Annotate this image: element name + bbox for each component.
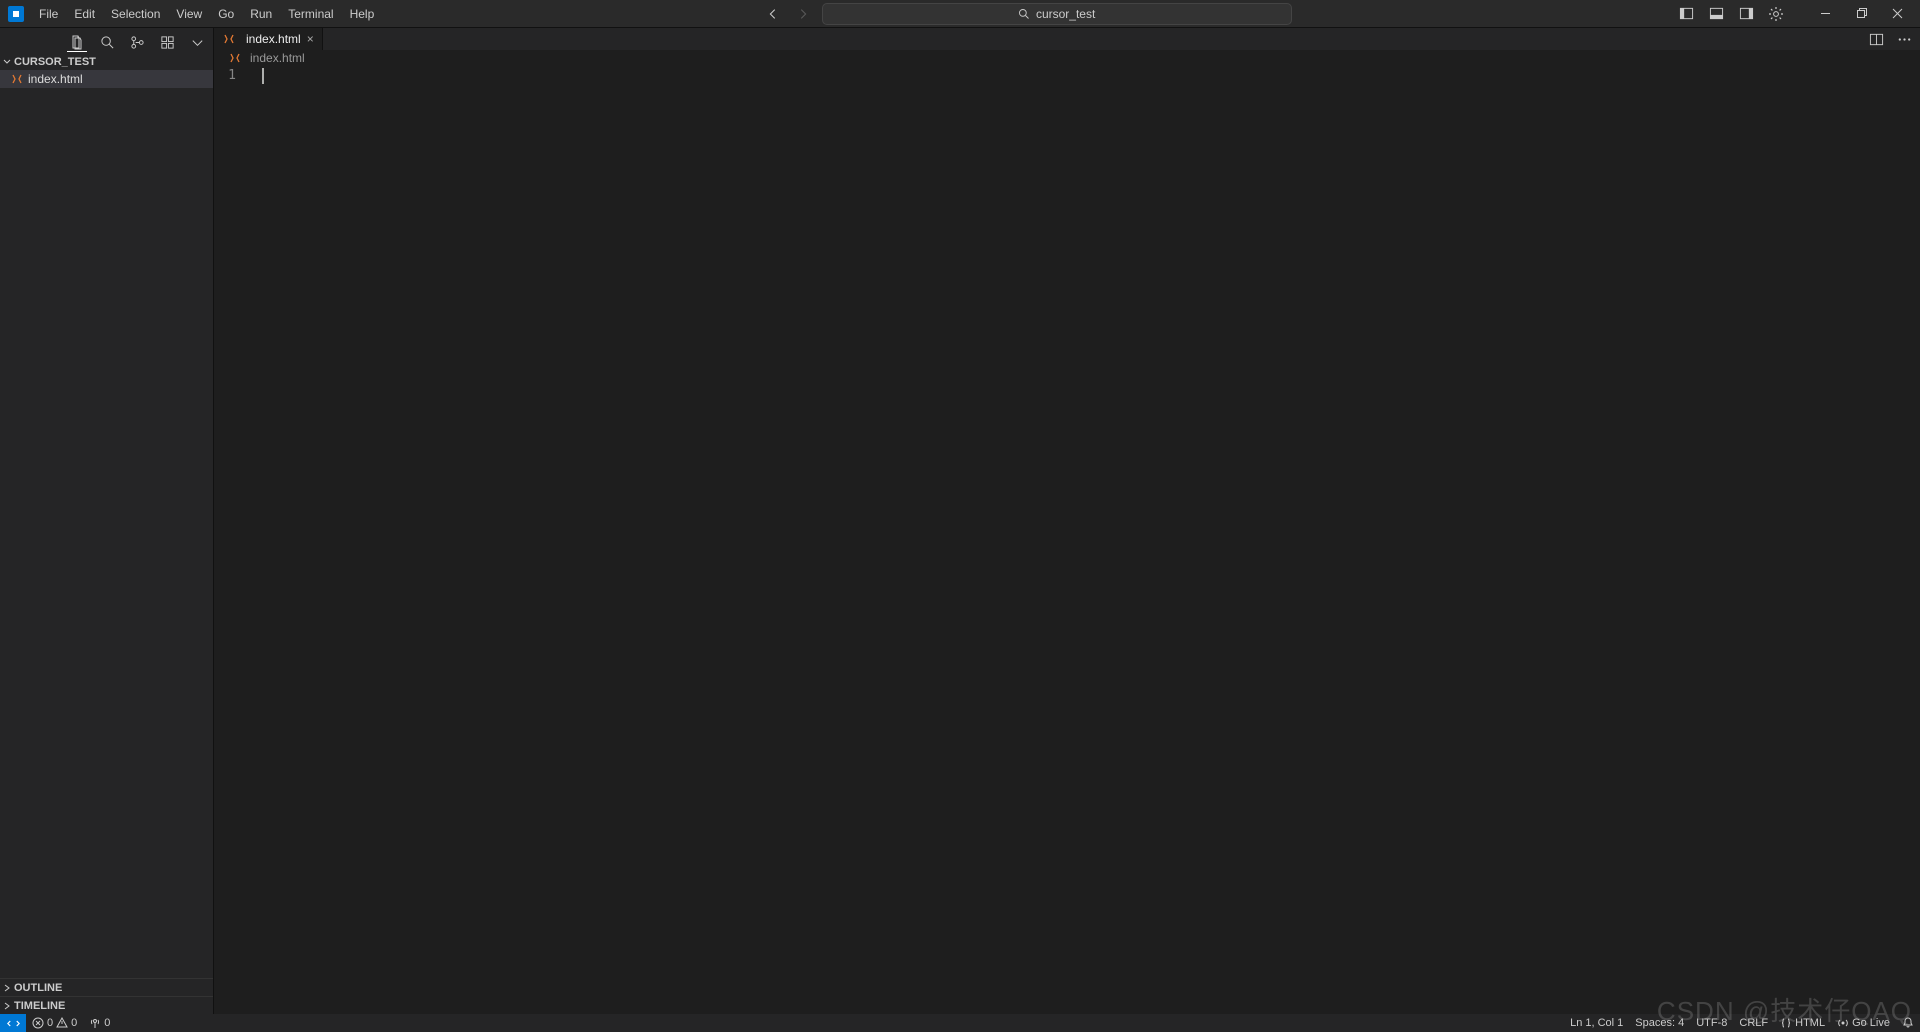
menu-run[interactable]: Run [243,3,279,25]
eol-status[interactable]: CRLF [1733,1014,1774,1032]
window-minimize-icon[interactable] [1808,0,1842,28]
go-live-button[interactable]: Go Live [1831,1014,1896,1032]
menu-terminal[interactable]: Terminal [281,3,340,25]
toggle-panel-icon[interactable] [1702,3,1730,25]
source-control-icon[interactable] [127,32,147,52]
toggle-secondary-sidebar-icon[interactable] [1732,3,1760,25]
chevron-right-icon [2,1001,14,1011]
outline-label: OUTLINE [14,982,62,994]
nav-forward-icon[interactable] [792,3,814,25]
braces-icon [1780,1017,1792,1029]
main-area: CURSOR_TEST index.html OUTLINE TIMELINE [0,28,1920,1014]
status-bar: 0 0 0 Ln 1, Col 1 Spaces: 4 UTF-8 CRLF H… [0,1014,1920,1032]
explorer-sidebar: CURSOR_TEST index.html OUTLINE TIMELINE [0,28,214,1014]
editor-area: index.html × index.html 1 [214,28,1920,1014]
editor-tab[interactable]: index.html × [214,28,323,50]
antenna-icon [89,1017,101,1029]
indentation-status[interactable]: Spaces: 4 [1629,1014,1690,1032]
more-actions-icon[interactable] [1894,29,1914,49]
search-icon [1018,8,1030,20]
html-file-icon [10,72,24,86]
html-file-icon [222,32,236,46]
extensions-icon[interactable] [157,32,177,52]
timeline-section[interactable]: TIMELINE [0,996,213,1014]
line-number: 1 [214,68,236,83]
cursor-position[interactable]: Ln 1, Col 1 [1564,1014,1629,1032]
breadcrumb[interactable]: index.html [214,50,1920,66]
outline-section[interactable]: OUTLINE [0,978,213,996]
chevron-right-icon [2,983,14,993]
timeline-label: TIMELINE [14,1000,65,1012]
titlebar-right [1672,0,1914,28]
line-gutter: 1 [214,66,254,1014]
window-close-icon[interactable] [1880,0,1914,28]
menu-help[interactable]: Help [343,3,382,25]
window-maximize-icon[interactable] [1844,0,1878,28]
language-label: HTML [1795,1017,1825,1029]
sidebar-actions [0,30,213,54]
breadcrumb-file: index.html [250,51,305,65]
warning-count: 0 [71,1017,77,1029]
tab-bar: index.html × [214,28,1920,50]
tab-label: index.html [246,32,301,46]
menu-selection[interactable]: Selection [104,3,167,25]
search-sidebar-icon[interactable] [97,32,117,52]
problems-status[interactable]: 0 0 [26,1014,83,1032]
text-cursor [262,68,264,84]
notifications-icon[interactable] [1896,1014,1920,1032]
search-text: cursor_test [1036,7,1095,21]
menu-edit[interactable]: Edit [67,3,102,25]
editor-body[interactable]: 1 [214,66,1920,1014]
app-icon [8,6,24,22]
menu-go[interactable]: Go [211,3,241,25]
menu-file[interactable]: File [32,3,65,25]
toggle-primary-sidebar-icon[interactable] [1672,3,1700,25]
titlebar-center: cursor_test [383,3,1670,25]
settings-gear-icon[interactable] [1762,3,1790,25]
chevron-down-icon [2,57,14,67]
language-mode[interactable]: HTML [1774,1014,1831,1032]
nav-back-icon[interactable] [762,3,784,25]
warning-icon [56,1017,68,1029]
file-tree-item[interactable]: index.html [0,70,213,88]
project-header[interactable]: CURSOR_TEST [0,54,213,70]
chevron-down-icon[interactable] [187,32,207,52]
html-file-icon [228,51,242,65]
go-live-label: Go Live [1852,1017,1890,1029]
tab-close-icon[interactable]: × [307,32,314,46]
error-count: 0 [47,1017,53,1029]
titlebar: File Edit Selection View Go Run Terminal… [0,0,1920,28]
menu-view[interactable]: View [169,3,209,25]
file-name: index.html [28,72,83,86]
explorer-icon[interactable] [67,32,87,52]
split-editor-icon[interactable] [1866,29,1886,49]
ports-count: 0 [104,1017,110,1029]
editor-actions [1866,28,1920,50]
remote-indicator-icon[interactable] [0,1014,26,1032]
error-icon [32,1017,44,1029]
encoding-status[interactable]: UTF-8 [1690,1014,1733,1032]
broadcast-icon [1837,1017,1849,1029]
project-name: CURSOR_TEST [14,56,96,68]
search-input[interactable]: cursor_test [822,3,1292,25]
ports-status[interactable]: 0 [83,1014,116,1032]
